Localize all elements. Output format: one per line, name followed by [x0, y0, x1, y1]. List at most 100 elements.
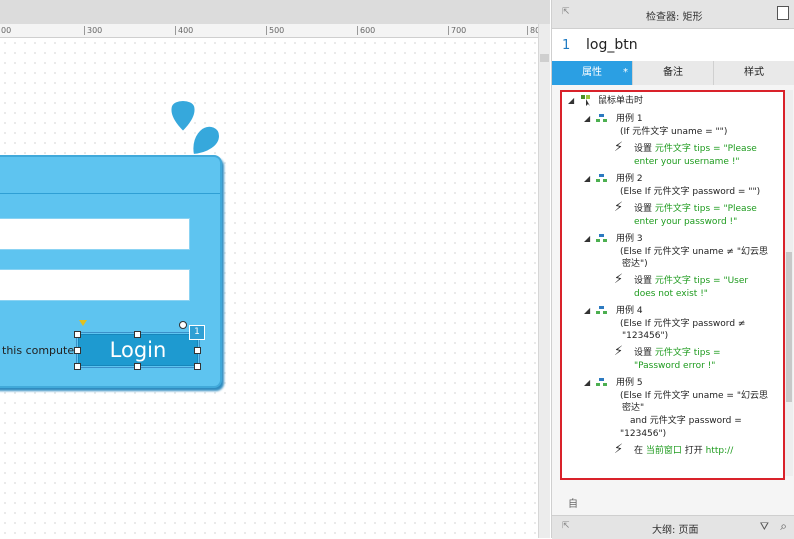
resize-handle[interactable]	[134, 331, 141, 338]
action-detail: "Password error !"	[634, 361, 716, 371]
case-icon	[596, 174, 607, 182]
scrollbar-thumb[interactable]	[786, 252, 792, 402]
action-text[interactable]: 设置 元件文字 tips =	[634, 347, 721, 359]
ruler-tick: 700	[448, 26, 466, 35]
tab-label: 备注	[663, 67, 683, 78]
expand-arrow-icon[interactable]: ◢	[584, 378, 590, 387]
scrollbar-thumb[interactable]	[540, 54, 549, 62]
username-field[interactable]	[0, 218, 190, 250]
canvas-top-strip	[0, 0, 550, 24]
action-bolt-icon: ⚡	[614, 140, 624, 155]
action-bolt-icon: ⚡	[614, 442, 624, 457]
action-text[interactable]: 设置 元件文字 tips = "Please	[634, 143, 757, 155]
case-label[interactable]: 用例 4	[616, 305, 643, 317]
case-label[interactable]: 用例 1	[616, 113, 643, 125]
case-label[interactable]: 用例 3	[616, 233, 643, 245]
remember-computer-label: this computer	[2, 344, 79, 357]
rotate-handle[interactable]	[179, 321, 187, 329]
action-detail: enter your password !"	[634, 217, 738, 227]
inspector-title: 检查器: 矩形	[646, 12, 703, 23]
tab-properties[interactable]: 属性 *	[552, 61, 633, 85]
ruler-tick: 600	[357, 26, 375, 35]
expand-arrow-icon[interactable]: ◢	[584, 114, 590, 123]
action-text[interactable]: 设置 元件文字 tips = "Please	[634, 203, 757, 215]
tab-label: 样式	[744, 67, 764, 78]
case-condition: and 元件文字 password =	[630, 416, 742, 426]
action-detail: 元件文字 tips = "Please	[654, 204, 757, 214]
widget-name-field[interactable]: log_btn	[586, 37, 638, 53]
expand-arrow-icon[interactable]: ◢	[584, 234, 590, 243]
cursor-event-icon	[581, 95, 590, 106]
action-verb: 设置	[634, 276, 653, 286]
case-condition: (Else If 元件文字 password = "")	[620, 187, 761, 197]
tab-style[interactable]: 样式	[714, 61, 794, 85]
action-text[interactable]: 设置 元件文字 tips = "User	[634, 275, 748, 287]
footer-label: 自	[568, 499, 578, 510]
ruler-tick: 00	[0, 26, 11, 35]
widget-name-row: 1 log_btn	[552, 29, 794, 62]
resize-handle[interactable]	[74, 363, 81, 370]
canvas-vertical-scrollbar[interactable]	[538, 24, 550, 538]
case-condition: (Else If 元件文字 uname = "幻云思	[620, 391, 768, 401]
login-button[interactable]: Login	[78, 334, 198, 366]
case-label[interactable]: 用例 5	[616, 377, 643, 389]
ruler-tick: 300	[84, 26, 102, 35]
ruler-tick: 400	[175, 26, 193, 35]
inspector-header: ⇱ 检查器: 矩形	[552, 0, 794, 29]
water-drop-icon	[191, 124, 222, 157]
case-icon	[596, 378, 607, 386]
event-label[interactable]: 鼠标单击时	[598, 95, 643, 107]
case-icon	[596, 306, 607, 314]
tab-notes[interactable]: 备注	[633, 61, 714, 85]
action-verb: 设置	[634, 144, 653, 154]
action-verb: 在	[634, 446, 644, 456]
design-canvas[interactable]: 00 300 400 500 600 700 80 this computer …	[0, 0, 550, 538]
panel-divider	[0, 193, 220, 194]
ruler-tick: 500	[266, 26, 284, 35]
interaction-badge: 1	[189, 325, 205, 340]
expand-arrow-icon[interactable]: ◢	[568, 96, 574, 105]
case-icon	[596, 234, 607, 242]
action-bolt-icon: ⚡	[614, 200, 624, 215]
action-detail: enter your username !"	[634, 157, 740, 167]
case-condition: 密达"	[622, 403, 645, 413]
expand-arrow-icon[interactable]: ◢	[584, 306, 590, 315]
action-text[interactable]: 在 当前窗口 打开 http://	[634, 445, 733, 457]
case-label[interactable]: 用例 2	[616, 173, 643, 185]
password-field[interactable]	[0, 269, 190, 301]
collapse-icon[interactable]: ⇱	[562, 7, 570, 17]
inspector-tabs: 属性 * 备注 样式	[552, 61, 794, 85]
case-condition: "123456")	[622, 331, 669, 341]
resize-handle[interactable]	[134, 363, 141, 370]
tab-modified-marker: *	[623, 67, 628, 78]
filter-icon[interactable]: ⛛	[760, 520, 769, 534]
page-icon[interactable]	[777, 6, 789, 20]
tab-label: 属性	[582, 67, 602, 78]
action-detail: 元件文字 tips = "User	[654, 276, 749, 286]
inspector-scrollbar[interactable]	[785, 90, 793, 476]
case-condition: (If 元件文字 uname = "")	[620, 127, 728, 137]
expand-arrow-icon[interactable]: ◢	[584, 174, 590, 183]
interaction-list: ◢ 鼠标单击时 ◢ 用例 1 (If 元件文字 uname = "") ⚡ 设置…	[560, 90, 785, 480]
outline-title: 大纲: 页面	[652, 525, 699, 536]
action-detail: does not exist !"	[634, 289, 708, 299]
case-condition: (Else If 元件文字 password ≠	[620, 319, 746, 329]
inspector-panel: ⇱ 检查器: 矩形 1 log_btn 属性 * 备注 样式 ◢ 鼠标单击时 ◢…	[551, 0, 794, 539]
search-icon[interactable]: ⌕	[780, 519, 787, 534]
action-verb: 打开	[684, 446, 703, 456]
action-target: 当前窗口	[645, 446, 682, 456]
collapse-icon[interactable]: ⇱	[562, 521, 570, 531]
resize-handle[interactable]	[74, 347, 81, 354]
case-condition: "123456")	[620, 429, 667, 439]
action-bolt-icon: ⚡	[614, 344, 624, 359]
anchor-marker-icon[interactable]	[79, 320, 87, 326]
horizontal-ruler: 00 300 400 500 600 700 80	[0, 24, 540, 38]
resize-handle[interactable]	[194, 363, 201, 370]
case-icon	[596, 114, 607, 122]
action-detail: 元件文字 tips = "Please	[654, 144, 757, 154]
action-verb: 设置	[634, 348, 653, 358]
resize-handle[interactable]	[74, 331, 81, 338]
resize-handle[interactable]	[194, 347, 201, 354]
outline-bar: ⇱ 大纲: 页面 ⛛ ⌕	[552, 515, 794, 539]
action-verb: 设置	[634, 204, 653, 214]
